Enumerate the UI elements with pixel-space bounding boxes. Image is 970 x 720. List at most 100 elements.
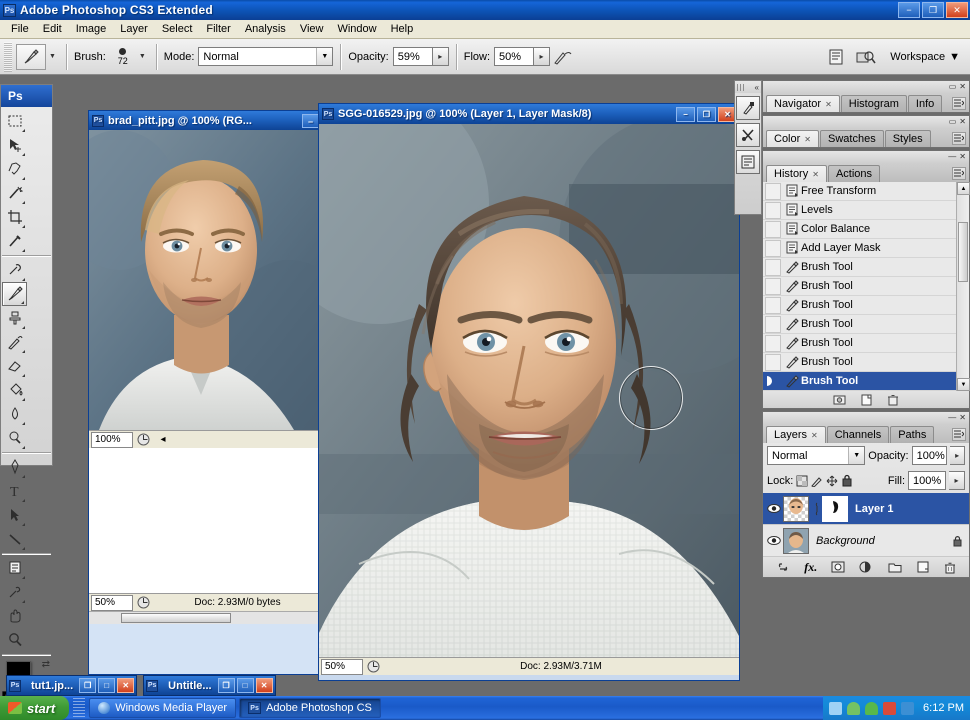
minimize-button[interactable]: − — [898, 2, 920, 18]
collapse-icon[interactable]: — — [948, 153, 956, 161]
swap-colors-icon[interactable]: ⇄ — [42, 659, 50, 670]
history-snapshot-gutter[interactable] — [765, 201, 781, 219]
panel-menu-icon[interactable] — [952, 132, 966, 145]
minimized-document-window[interactable]: Ps Untitle... ❐ □ ✕ — [143, 675, 276, 696]
adjustment-layer-icon[interactable] — [859, 561, 873, 573]
new-layer-icon[interactable] — [916, 561, 930, 573]
menu-file[interactable]: File — [4, 21, 36, 37]
eraser-tool[interactable] — [2, 354, 27, 378]
history-state-row[interactable]: Brush Tool — [763, 315, 969, 334]
restore-button[interactable]: ❐ — [697, 106, 716, 122]
close-button[interactable]: ✕ — [946, 2, 968, 18]
drag-handle[interactable] — [737, 83, 746, 91]
collapse-icon[interactable]: ▭ — [949, 118, 957, 126]
close-icon[interactable]: ✕ — [959, 153, 966, 161]
history-brush-tool[interactable] — [2, 330, 27, 354]
close-icon[interactable]: ✕ — [812, 170, 819, 179]
zoom-level[interactable]: 50% — [321, 658, 363, 675]
tab-info[interactable]: Info — [907, 95, 943, 112]
zoom-level[interactable]: 100% — [91, 431, 133, 448]
restore-button[interactable]: ❐ — [922, 2, 944, 18]
history-state-row[interactable]: Brush Tool — [763, 353, 969, 372]
panel-menu-icon[interactable] — [952, 97, 966, 110]
scrollbar-thumb[interactable] — [121, 613, 231, 623]
tab-paths[interactable]: Paths — [890, 426, 935, 443]
path-selection-tool[interactable] — [2, 503, 27, 527]
brush-tool-icon[interactable] — [16, 43, 46, 70]
link-layers-icon[interactable] — [776, 561, 790, 573]
layer-opacity-input[interactable]: 100% — [911, 446, 948, 465]
zoom-level-2[interactable]: 50% — [91, 594, 133, 611]
history-state-row[interactable]: Brush Tool — [763, 334, 969, 353]
new-document-from-state-icon[interactable] — [860, 394, 873, 406]
horizontal-scrollbar[interactable] — [89, 611, 322, 624]
maximize-button[interactable]: □ — [98, 678, 116, 693]
airbrush-icon[interactable] — [550, 44, 576, 70]
close-icon[interactable]: ✕ — [825, 100, 832, 109]
menu-help[interactable]: Help — [384, 21, 421, 37]
tool-presets-icon[interactable] — [736, 123, 760, 147]
tab-navigator[interactable]: Navigator ✕ — [766, 95, 840, 112]
tray-updates-icon[interactable] — [901, 701, 915, 715]
brush-preview[interactable]: 72 — [110, 47, 136, 66]
document-window-sgg[interactable]: Ps SGG-016529.jpg @ 100% (Layer 1, Layer… — [318, 103, 740, 681]
scrollbar-thumb[interactable] — [958, 222, 968, 282]
healing-brush-tool[interactable] — [2, 258, 27, 282]
layer-visibility-eye-icon[interactable] — [765, 526, 783, 556]
status-proxy-icon[interactable] — [133, 432, 153, 448]
lock-position-icon[interactable] — [826, 475, 838, 487]
history-snapshot-gutter[interactable] — [765, 296, 781, 314]
history-snapshot-gutter[interactable] — [765, 258, 781, 276]
pen-tool[interactable] — [2, 455, 27, 479]
opacity-slider-button[interactable]: ▸ — [432, 47, 449, 66]
opacity-input[interactable]: 59% — [392, 47, 433, 66]
layer-mask-thumbnail[interactable] — [822, 495, 848, 522]
palette-toggle-icon[interactable] — [824, 45, 848, 69]
menu-image[interactable]: Image — [69, 21, 114, 37]
menu-filter[interactable]: Filter — [199, 21, 237, 37]
close-icon[interactable]: ✕ — [959, 118, 966, 126]
line-tool[interactable] — [2, 527, 27, 551]
status-expand-icon[interactable]: ◂ — [153, 432, 173, 448]
paint-bucket-tool[interactable] — [2, 378, 27, 402]
history-state-row[interactable]: Brush Tool — [763, 277, 969, 296]
tray-antivirus-icon[interactable] — [865, 701, 879, 715]
history-snapshot-gutter[interactable] — [765, 220, 781, 238]
start-button[interactable]: start — [0, 696, 70, 720]
options-bar-grip[interactable] — [4, 41, 12, 72]
tray-network-icon[interactable] — [829, 701, 843, 715]
lock-image-icon[interactable] — [811, 475, 823, 487]
collapsed-panel-header[interactable]: « — [735, 81, 761, 93]
tab-histogram[interactable]: Histogram — [840, 95, 907, 112]
tab-color[interactable]: Color ✕ — [766, 130, 819, 147]
clock[interactable]: 6:12 PM — [923, 702, 964, 714]
hand-tool[interactable] — [2, 604, 27, 628]
collapse-icon[interactable]: ▭ — [949, 83, 957, 91]
panel-menu-icon[interactable] — [952, 428, 966, 441]
type-tool[interactable]: T — [2, 479, 27, 503]
move-tool[interactable] — [2, 133, 27, 157]
flow-input[interactable]: 50% — [494, 47, 535, 66]
minimized-document-window[interactable]: Ps tut1.jp... ❐ □ ✕ — [6, 675, 138, 696]
magic-wand-tool[interactable] — [2, 181, 27, 205]
tab-styles[interactable]: Styles — [884, 130, 931, 147]
delete-state-icon[interactable] — [887, 394, 899, 406]
history-state-row[interactable]: Brush Tool — [763, 296, 969, 315]
layer-comps-icon[interactable] — [736, 150, 760, 174]
history-state-row[interactable]: Free Transform — [763, 182, 969, 201]
close-button[interactable]: ✕ — [117, 678, 135, 693]
new-snapshot-icon[interactable] — [833, 394, 846, 406]
menu-layer[interactable]: Layer — [113, 21, 155, 37]
history-state-row[interactable]: Brush Tool — [763, 372, 969, 391]
blend-mode-select[interactable]: Normal ▼ — [198, 47, 334, 66]
layer-visibility-eye-icon[interactable] — [765, 494, 783, 524]
layer-thumbnail[interactable] — [783, 495, 809, 522]
clone-stamp-tool[interactable] — [2, 306, 27, 330]
workspace-button[interactable]: Workspace ▼ — [884, 48, 966, 66]
crop-tool[interactable] — [2, 205, 27, 229]
scroll-down-icon[interactable]: ▼ — [957, 378, 970, 391]
tab-channels[interactable]: Channels — [826, 426, 890, 443]
layer-row[interactable]: Background — [763, 525, 969, 557]
close-button[interactable]: ✕ — [255, 678, 273, 693]
document-canvas[interactable] — [89, 130, 322, 430]
